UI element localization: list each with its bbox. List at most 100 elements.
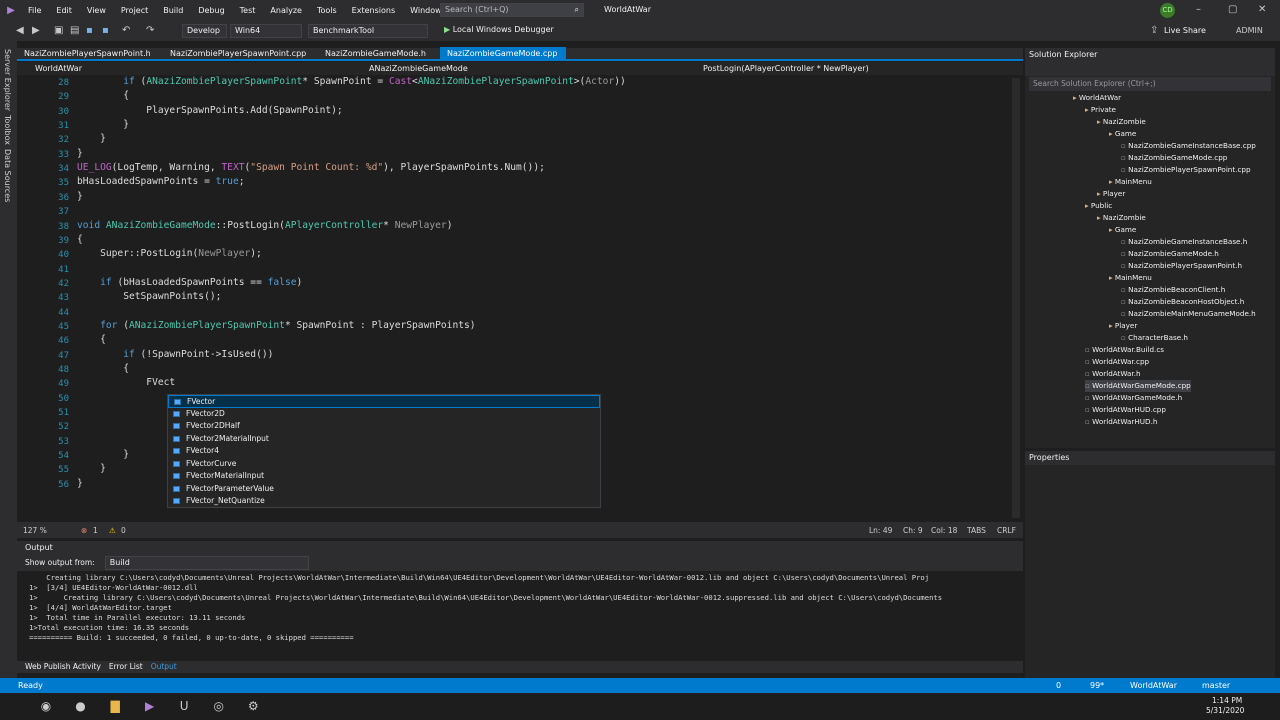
tree-item[interactable]: ▫ NaziZombieBeaconClient.h [1121,284,1225,296]
tree-item[interactable]: ▫ WorldAtWarGameMode.h [1085,392,1182,404]
nav-member[interactable]: PostLogin(APlayerController * NewPlayer) [703,62,869,75]
back-icon[interactable]: ◀ [16,24,24,38]
completion-item[interactable]: FVector_NetQuantize [168,495,600,508]
nav-class[interactable]: ANaziZombieGameMode [369,62,468,75]
bottom-tab[interactable]: Web Publish Activity [25,661,101,673]
tree-item[interactable]: ▫ WorldAtWar.Build.cs [1085,344,1164,356]
status-branch[interactable]: master [1202,678,1230,693]
tree-item[interactable]: ▫ NaziZombieBeaconHostObject.h [1121,296,1244,308]
bottom-tab[interactable]: Output [151,661,177,673]
save-all-icon[interactable]: ▪ [102,24,109,38]
menu-window[interactable]: Window [410,6,442,15]
visual-studio-icon[interactable]: ▶ [139,695,161,717]
chrome-icon[interactable]: ◉ [35,695,57,717]
line-ending[interactable]: CRLF [997,526,1016,535]
startup-combo[interactable]: BenchmarkTool [308,24,428,38]
tree-item[interactable]: ▸ MainMenu [1109,272,1152,284]
completion-item[interactable]: FVector2MaterialInput [168,433,600,446]
platform-combo[interactable]: Win64 [230,24,302,38]
tree-item[interactable]: ▫ NaziZombiePlayerSpawnPoint.h [1121,260,1242,272]
forward-icon[interactable]: ▶ [32,24,40,38]
menu-view[interactable]: View [87,6,106,15]
tree-item[interactable]: ▫ WorldAtWar.h [1085,368,1141,380]
show-output-combo[interactable]: Build [104,556,309,570]
menu-file[interactable]: File [28,6,41,15]
side-tab-toolbox[interactable]: Toolbox [3,115,12,145]
tree-item[interactable]: ▫ NaziZombieGameInstanceBase.h [1121,236,1247,248]
completion-item[interactable]: FVectorCurve [168,458,600,471]
debugger-button[interactable]: ▶ Local Windows Debugger [440,24,558,38]
config-combo[interactable]: Develop [182,24,227,38]
maximize-icon[interactable]: ▢ [1228,3,1237,17]
indent-mode[interactable]: TABS [967,526,986,535]
completion-item[interactable]: FVector2D [168,408,600,421]
tree-item[interactable]: ▫ WorldAtWar.cpp [1085,356,1149,368]
app2-icon[interactable]: ◎ [208,695,230,717]
tree-item[interactable]: ▫ WorldAtWarHUD.cpp [1085,404,1166,416]
clock-time[interactable]: 1:14 PM [1212,696,1242,705]
redo-icon[interactable]: ↷ [146,24,154,38]
tree-item[interactable]: ▸ Game [1109,128,1136,140]
completion-item[interactable]: FVectorMaterialInput [168,470,600,483]
doc-tab[interactable]: NaziZombiePlayerSpawnPoint.h [17,47,163,60]
scrollbar-vertical[interactable] [1012,78,1020,518]
menu-edit[interactable]: Edit [56,6,72,15]
status-up-count[interactable]: 0 [1056,678,1061,693]
tree-item[interactable]: ▸ Game [1109,224,1136,236]
error-icon[interactable]: ⊗ [81,526,87,535]
doc-tab[interactable]: NaziZombieGameMode.h [318,47,440,60]
completion-item[interactable]: FVectorParameterValue [168,483,600,496]
bottom-tab[interactable]: Error List [109,661,143,673]
tree-item[interactable]: ▸ WorldAtWar [1073,92,1121,104]
doc-tab[interactable]: NaziZombiePlayerSpawnPoint.cpp [163,47,318,60]
menu-tools[interactable]: Tools [317,6,337,15]
menu-build[interactable]: Build [163,6,183,15]
zoom-level[interactable]: 127 % [23,526,47,535]
tree-item[interactable]: ▫ WorldAtWarGameMode.cpp [1085,380,1191,392]
tree-item[interactable]: ▫ CharacterBase.h [1121,332,1188,344]
menu-extensions[interactable]: Extensions [352,6,395,15]
completion-item[interactable]: FVector2DHalf [168,420,600,433]
tree-item[interactable]: ▫ WorldAtWarHUD.h [1085,416,1157,428]
search-input[interactable]: Search (Ctrl+Q) ⌕ [440,3,584,17]
open-icon[interactable]: ▤ [70,24,79,38]
app3-icon[interactable]: ⚙ [242,695,264,717]
nav-project[interactable]: WorldAtWar [35,62,82,75]
menu-debug[interactable]: Debug [198,6,224,15]
user-avatar[interactable]: CD [1160,3,1175,18]
close-icon[interactable]: ✕ [1258,3,1266,17]
tree-item[interactable]: ▸ Player [1109,320,1137,332]
menu-project[interactable]: Project [121,6,148,15]
doc-tab[interactable]: NaziZombieGameMode.cpp ✕ [440,47,566,71]
completion-item[interactable]: FVector4 [168,445,600,458]
status-pending-count[interactable]: 99* [1090,678,1104,693]
solution-search-input[interactable]: Search Solution Explorer (Ctrl+;) [1029,77,1271,91]
completion-item[interactable]: FVector [168,395,600,408]
side-tab-server-explorer[interactable]: Server Explorer [3,49,12,111]
menu-analyze[interactable]: Analyze [270,6,302,15]
undo-icon[interactable]: ↶ [122,24,130,38]
live-share-icon[interactable]: ⇪ [1150,24,1158,38]
file-explorer-icon[interactable]: ▇ [104,695,126,717]
tree-item[interactable]: ▸ NaziZombie [1097,212,1146,224]
new-file-icon[interactable]: ▣ [54,24,63,38]
minimize-icon[interactable]: – [1196,3,1201,17]
tree-item[interactable]: ▸ Private [1085,104,1116,116]
tree-item[interactable]: ▫ NaziZombieGameMode.cpp [1121,152,1227,164]
tree-item[interactable]: ▸ Player [1097,188,1125,200]
live-share-label[interactable]: Live Share [1164,26,1206,35]
intellisense-popup[interactable]: FVector FVector2D FVector2DHalf FVector2Mat… [167,394,601,508]
tree-item[interactable]: ▫ NaziZombiePlayerSpawnPoint.cpp [1121,164,1251,176]
warning-icon[interactable]: ⚠ [109,526,116,535]
side-tab-data-sources[interactable]: Data Sources [3,149,12,202]
app-icon[interactable]: ● [70,695,92,717]
tree-item[interactable]: ▸ NaziZombie [1097,116,1146,128]
menu-test[interactable]: Test [240,6,256,15]
tree-item[interactable]: ▫ NaziZombieMainMenuGameMode.h [1121,308,1256,320]
status-repo[interactable]: WorldAtWar [1130,678,1177,693]
tree-item[interactable]: ▫ NaziZombieGameMode.h [1121,248,1219,260]
clock-date[interactable]: 5/31/2020 [1206,706,1244,715]
tree-item[interactable]: ▫ NaziZombieGameInstanceBase.cpp [1121,140,1256,152]
unreal-engine-icon[interactable]: U [173,695,195,717]
tree-item[interactable]: ▸ Public [1085,200,1112,212]
